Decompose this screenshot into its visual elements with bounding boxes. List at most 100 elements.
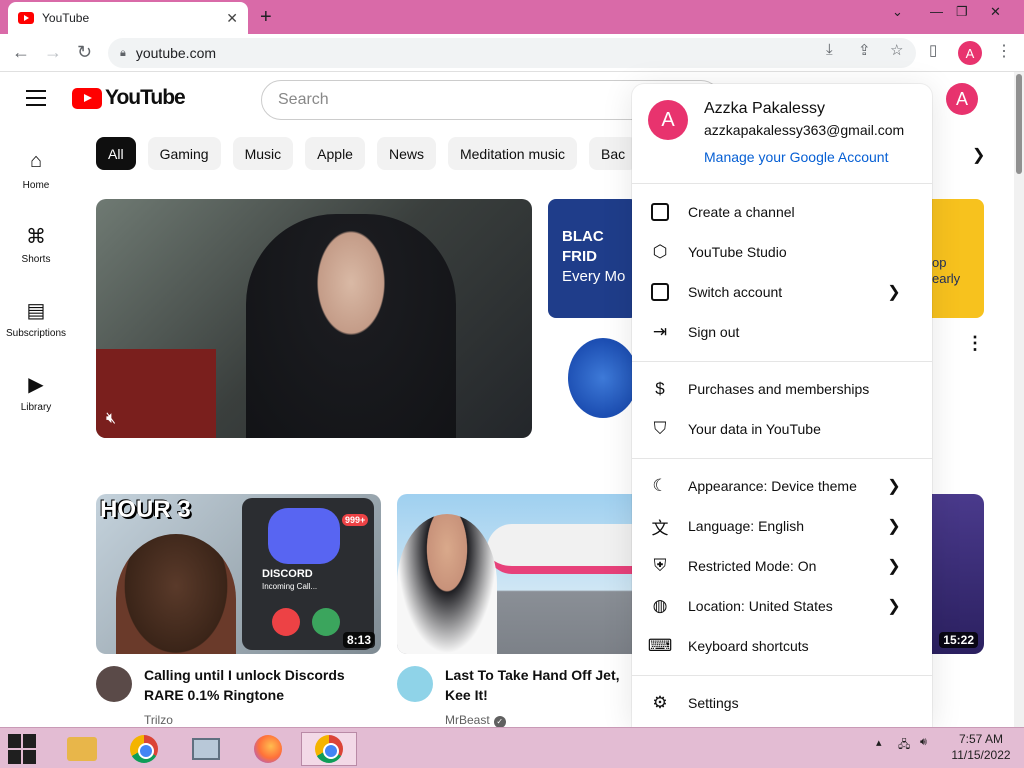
reload-icon[interactable]: ↻ [77, 42, 92, 63]
chip-all[interactable]: All [96, 137, 136, 170]
share-icon[interactable]: ⇪ [858, 41, 871, 59]
menu-item-settings[interactable]: ⚙ Settings [632, 683, 932, 723]
browser-menu-icon[interactable]: ⋮ [996, 41, 1012, 61]
thumb-text: DISCORD Incoming Call... [262, 568, 317, 592]
account-avatar[interactable]: A [946, 83, 978, 115]
hamburger-menu-icon[interactable] [26, 90, 46, 106]
manage-account-link[interactable]: Manage your Google Account [704, 149, 888, 165]
page-scrollbar[interactable] [1014, 72, 1024, 727]
menu-item-switch-account[interactable]: Switch account ❯ [632, 272, 932, 312]
menu-label: Switch account [688, 284, 783, 300]
menu-item-keyboard-shortcuts[interactable]: ⌨ Keyboard shortcuts [632, 626, 932, 666]
video-thumbnail[interactable]: 15:22 [930, 494, 984, 654]
youtube-logo[interactable]: YouTube [72, 86, 186, 110]
back-icon[interactable]: ← [12, 42, 30, 63]
tray-expand-icon[interactable]: ▴ [876, 736, 882, 749]
channel-avatar[interactable] [397, 666, 433, 702]
menu-item-language[interactable]: 文 Language: English ❯ [632, 506, 932, 546]
file-explorer-icon[interactable] [54, 732, 110, 766]
shorts-icon: ⌘ [26, 226, 46, 248]
menu-divider [632, 361, 932, 362]
chip-music[interactable]: Music [232, 137, 294, 170]
browser-tab[interactable]: YouTube ✕ [8, 2, 248, 34]
chip-partial[interactable]: Bac [589, 137, 638, 170]
nav-label: Shorts [21, 254, 51, 265]
home-icon: ⌂ [29, 150, 43, 172]
chrome-active-icon[interactable] [301, 732, 357, 766]
chip-gaming[interactable]: Gaming [147, 137, 221, 170]
windows-start-icon[interactable] [8, 734, 38, 764]
chip-meditation-music[interactable]: Meditation music [447, 137, 578, 170]
chrome-icon[interactable] [116, 732, 172, 766]
browser-tab-strip: YouTube ✕ + ⌄ — ❐ ✕ [0, 0, 1024, 34]
menu-label: YouTube Studio [688, 244, 787, 260]
chevron-right-icon[interactable]: ❯ [972, 145, 985, 165]
channel-avatar[interactable] [96, 666, 132, 702]
video-duration: 8:13 [342, 632, 375, 648]
close-window-icon[interactable]: ✕ [990, 4, 1001, 20]
firefox-icon[interactable] [240, 732, 296, 766]
creator-face-image [397, 514, 497, 654]
menu-item-purchases[interactable]: $ Purchases and memberships [632, 369, 932, 409]
ad-text-line: op [932, 255, 947, 270]
menu-item-create-channel[interactable]: Create a channel [632, 192, 932, 232]
nav-item-library[interactable]: ▶ Library [0, 372, 72, 413]
tab-search-icon[interactable]: ⌄ [892, 4, 903, 20]
chip-news[interactable]: News [376, 137, 436, 170]
install-icon[interactable]: ⤓ [826, 41, 833, 58]
more-options-icon[interactable]: ⋮ [966, 333, 984, 354]
menu-item-sign-out[interactable]: ⇥ Sign out [632, 312, 932, 352]
forward-icon[interactable]: → [44, 42, 62, 63]
screen: YouTube ✕ + ⌄ — ❐ ✕ ← → ↻ 🔒︎ youtube.com… [0, 0, 1024, 768]
sign-out-icon: ⇥ [652, 322, 668, 341]
nav-label: Subscriptions [5, 328, 67, 339]
volume-icon[interactable]: 🔊︎ [920, 736, 927, 749]
bookmark-star-icon[interactable]: ☆ [890, 41, 903, 59]
nav-item-subscriptions[interactable]: ▤ Subscriptions [0, 298, 72, 339]
advertiser-logo[interactable] [568, 338, 638, 418]
video-title[interactable]: Calling until I unlock Discords RARE 0.1… [144, 665, 354, 705]
task-manager-icon[interactable] [178, 732, 234, 766]
channel-name-text: MrBeast [445, 713, 490, 727]
restore-icon[interactable]: ❐ [956, 4, 968, 20]
nav-item-shorts[interactable]: ⌘ Shorts [0, 224, 72, 265]
menu-label: Keyboard shortcuts [688, 638, 809, 654]
youtube-favicon-icon [18, 12, 34, 24]
menu-label: Location: United States [688, 598, 833, 614]
chip-apple[interactable]: Apple [305, 137, 365, 170]
mute-icon[interactable]: 🔇︎ [106, 410, 116, 428]
channel-name[interactable]: MrBeast ✓ [445, 713, 506, 728]
menu-item-youtube-studio[interactable]: ⬡ YouTube Studio [632, 232, 932, 272]
menu-item-your-data[interactable]: ⛉ Your data in YouTube [632, 409, 932, 449]
video-thumbnail[interactable] [397, 494, 637, 654]
url-field[interactable]: 🔒︎ youtube.com [108, 38, 916, 68]
shield-person-icon: ⛉ [653, 419, 667, 438]
ad-thumbnail[interactable]: BLAC FRID Every Mo [548, 199, 638, 318]
featured-video-thumbnail[interactable]: 🔇︎ [96, 199, 532, 438]
clock-date: 11/15/2022 [951, 748, 1011, 762]
system-clock[interactable]: 7:57 AM 11/15/2022 [946, 731, 1016, 763]
side-panel-icon[interactable]: ▯ [929, 41, 937, 59]
chevron-right-icon: ❯ [887, 518, 901, 535]
menu-item-restricted-mode[interactable]: ⛨ Restricted Mode: On ❯ [632, 546, 932, 586]
discord-logo-icon [268, 508, 340, 564]
tab-close-icon[interactable]: ✕ [226, 10, 238, 27]
video-thumbnail[interactable]: DISCORD Incoming Call... 999+ HOUR 3 8:1… [96, 494, 381, 654]
nav-item-home[interactable]: ⌂ Home [0, 150, 72, 191]
ad-text-line: Every Mo [562, 268, 626, 285]
ad-thumbnail-right[interactable]: op early [930, 199, 984, 318]
studio-icon: ⬡ [652, 242, 668, 261]
decline-call-icon [272, 608, 300, 636]
menu-divider [632, 458, 932, 459]
menu-item-appearance[interactable]: ☾ Appearance: Device theme ❯ [632, 466, 932, 506]
new-tab-button[interactable]: + [260, 6, 272, 29]
menu-item-location[interactable]: ◍ Location: United States ❯ [632, 586, 932, 626]
browser-profile-avatar[interactable]: A [958, 41, 982, 65]
scrollbar-thumb[interactable] [1016, 74, 1022, 174]
minimize-icon[interactable]: — [930, 4, 943, 19]
network-icon[interactable]: 🖧 [898, 736, 910, 755]
tab-title: YouTube [42, 11, 90, 25]
taskbar: ▴ 🖧 🔊︎ 7:57 AM 11/15/2022 [0, 727, 1024, 768]
channel-name[interactable]: Trilzo [144, 713, 173, 727]
video-title[interactable]: Last To Take Hand Off Jet, Kee It! [445, 665, 635, 705]
